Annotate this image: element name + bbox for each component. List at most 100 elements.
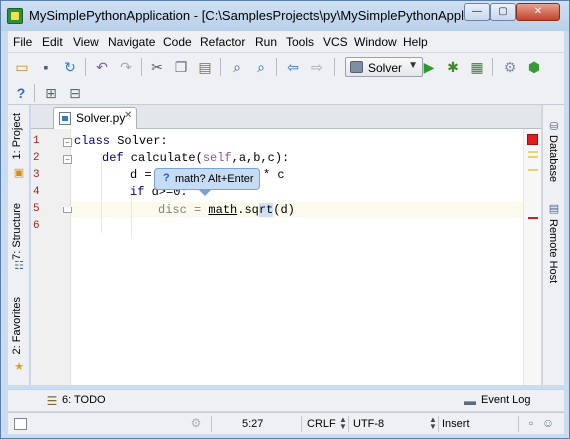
line-number: 1	[33, 135, 40, 147]
line-number: 2	[33, 152, 40, 164]
settings-icon[interactable]: ⚙	[501, 58, 519, 76]
menu-edit[interactable]: Edit	[42, 35, 63, 49]
todo-icon: ☰	[46, 394, 58, 408]
minimize-button[interactable]: —	[464, 3, 490, 21]
debug-icon[interactable]: ✱	[444, 58, 462, 76]
caret-position[interactable]: 5:27	[242, 418, 263, 430]
replace-icon[interactable]: ⌕	[252, 58, 270, 76]
gutter[interactable]: 1 2 3 4 5 6 − −	[31, 129, 72, 385]
keyword: if	[130, 185, 145, 199]
event-log-icon: ▬	[464, 394, 476, 408]
tab-database[interactable]: Database	[547, 135, 559, 182]
tab-project[interactable]: 1: Project	[11, 113, 23, 159]
toolbar-separator	[220, 58, 221, 76]
code-text: * c	[263, 168, 285, 182]
status-separator	[348, 416, 349, 432]
toolbar-separator	[141, 58, 142, 76]
insert-mode[interactable]: Insert	[442, 418, 470, 430]
menu-window[interactable]: Window	[354, 35, 397, 49]
keyword: class	[74, 134, 111, 148]
unused-variable: disc =	[158, 203, 209, 217]
status-separator	[211, 416, 212, 432]
close-tab-icon[interactable]: ✕	[124, 110, 132, 121]
tab-remote-host[interactable]: Remote Host	[547, 219, 559, 283]
tab-favorites[interactable]: 2: Favorites	[11, 297, 23, 354]
code-text: calculate(	[123, 151, 203, 165]
star-icon: ★	[14, 361, 24, 373]
warning-mark[interactable]	[528, 151, 538, 153]
fold-marker[interactable]: −	[63, 138, 72, 147]
menu-code[interactable]: Code	[163, 35, 192, 49]
help-icon[interactable]: ?	[12, 84, 30, 102]
remote-host-icon: ▤	[548, 203, 560, 215]
menu-run[interactable]: Run	[255, 35, 277, 49]
error-stripe[interactable]	[523, 129, 541, 385]
status-separator	[438, 416, 439, 432]
hint-pointer	[199, 190, 211, 196]
undo-icon[interactable]: ↶	[93, 58, 111, 76]
sync-icon[interactable]: ↻	[61, 58, 79, 76]
menu-vcs[interactable]: VCS	[323, 35, 348, 49]
pycharm-app-icon	[7, 8, 23, 24]
status-bar: ⚙ 5:27 CRLF ▲ ▼ UTF-8 ▲ ▼ Insert ▫ ☺	[8, 412, 564, 434]
line-number: 3	[33, 169, 40, 181]
run-icon[interactable]: ▶	[420, 58, 438, 76]
find-icon[interactable]: ⌕	[228, 58, 246, 76]
main-toolbar: ▭ ▪ ↻ ↶ ↷ ✂ ❐ ▤ ⌕ ⌕ ⇦ ⇨ Solver ▼ ▶ ✱ ▦ ⚙…	[8, 53, 564, 81]
tool-windows-toggle[interactable]	[14, 418, 27, 430]
fold-marker[interactable]: −	[63, 155, 72, 164]
hint-text: math? Alt+Enter	[175, 173, 254, 185]
window-title: MySimplePythonApplication - [C:\SamplesP…	[29, 8, 496, 23]
coverage-icon[interactable]: ▦	[468, 58, 486, 76]
title-bar[interactable]: MySimplePythonApplication - [C:\SamplesP…	[1, 1, 569, 31]
menu-refactor[interactable]: Refactor	[200, 35, 245, 49]
auto-import-hint[interactable]: ? math? Alt+Enter	[154, 168, 260, 190]
back-icon[interactable]: ⇦	[284, 58, 302, 76]
ide-window: MySimplePythonApplication - [C:\SamplesP…	[0, 0, 570, 439]
background-tasks-icon[interactable]: ⚙	[188, 416, 204, 430]
encoding-chevron-icon: ▲ ▼	[429, 415, 437, 431]
forward-icon[interactable]: ⇨	[308, 58, 326, 76]
redo-icon[interactable]: ↷	[117, 58, 135, 76]
read-only-lock-icon[interactable]: ▫	[523, 416, 539, 430]
cut-icon[interactable]: ✂	[148, 58, 166, 76]
menu-tools[interactable]: Tools	[286, 35, 314, 49]
project-icon: ▣	[13, 167, 25, 179]
save-icon[interactable]: ▪	[37, 58, 55, 76]
copy-icon[interactable]: ❐	[172, 58, 190, 76]
question-icon: ?	[163, 172, 170, 184]
close-button[interactable]: ✕	[516, 3, 560, 21]
menu-help[interactable]: Help	[403, 35, 428, 49]
line-number: 4	[33, 186, 40, 198]
indent-guide	[101, 153, 102, 233]
keyword: def	[102, 151, 124, 165]
error-mark[interactable]	[528, 217, 538, 219]
bottom-tool-stripe: ☰ 6: TODO ▬ Event Log	[8, 389, 564, 411]
open-folder-icon[interactable]: ▭	[13, 58, 31, 76]
vcs-icon[interactable]: ⊟	[66, 84, 84, 102]
tab-solver-py[interactable]: Solver.py ✕	[53, 107, 137, 129]
warning-mark[interactable]	[528, 169, 538, 171]
tab-event-log[interactable]: Event Log	[481, 394, 531, 406]
file-encoding[interactable]: UTF-8	[353, 418, 384, 430]
fold-end-marker[interactable]	[63, 207, 72, 213]
code-text: (d)	[273, 203, 295, 217]
menu-navigate[interactable]: Navigate	[108, 35, 155, 49]
paste-icon[interactable]: ▤	[196, 58, 214, 76]
inspector-icon[interactable]: ☺	[540, 416, 556, 430]
code-editor[interactable]: 1 2 3 4 5 6 − − class Solver: def calcul…	[31, 129, 541, 385]
line-separator[interactable]: CRLF	[307, 418, 336, 430]
menu-view[interactable]: View	[73, 35, 99, 49]
error-status-icon[interactable]	[527, 134, 538, 145]
warning-mark[interactable]	[528, 156, 538, 158]
tab-label: Solver.py	[76, 111, 126, 125]
tab-structure[interactable]: 7: Structure	[11, 203, 23, 260]
code-line-3-tail: * c	[263, 168, 285, 182]
python-console-icon[interactable]: ⬢	[525, 58, 543, 76]
toolbar-separator	[34, 84, 35, 102]
run-configuration-dropdown[interactable]: Solver ▼	[345, 57, 423, 77]
sdk-icon[interactable]: ⊞	[42, 84, 60, 102]
tab-todo[interactable]: 6: TODO	[62, 394, 106, 406]
menu-file[interactable]: File	[13, 35, 32, 49]
maximize-button[interactable]: ▢	[490, 3, 516, 21]
